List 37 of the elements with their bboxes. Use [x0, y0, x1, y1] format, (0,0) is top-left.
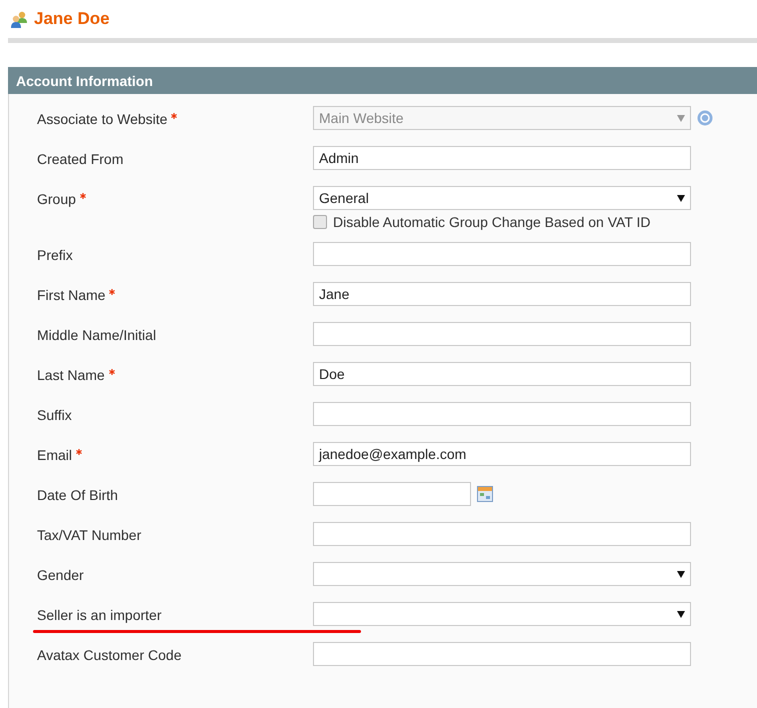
field-label: Tax/VAT Number	[37, 527, 142, 543]
select-field[interactable]	[313, 602, 691, 626]
checkbox-label: Disable Automatic Group Change Based on VAT ID	[333, 214, 651, 230]
field-label: Associate to Website	[37, 111, 168, 127]
field-label: Prefix	[37, 247, 73, 263]
field-label: Date Of Birth	[37, 487, 118, 503]
field-label: Email	[37, 447, 72, 463]
field-label: Middle Name/Initial	[37, 327, 156, 343]
field-label: Group	[37, 191, 76, 207]
input-field[interactable]	[313, 482, 471, 506]
field-label: Created From	[37, 151, 124, 167]
input-field[interactable]: Jane	[313, 282, 691, 306]
input-field[interactable]	[313, 242, 691, 266]
caret-icon	[677, 570, 685, 578]
select-field[interactable]: General	[313, 186, 691, 210]
field-label: Seller is an importer	[37, 607, 162, 623]
input-field[interactable]: Doe	[313, 362, 691, 386]
field-label: Suffix	[37, 407, 72, 423]
field-label: Avatax Customer Code	[37, 647, 182, 663]
section-header: Account Information	[8, 67, 757, 94]
field-label: Last Name	[37, 367, 105, 383]
input-field[interactable]	[313, 522, 691, 546]
users-icon	[10, 10, 28, 28]
page-title: Jane Doe	[34, 9, 110, 29]
calendar-icon[interactable]	[477, 486, 493, 502]
checkbox[interactable]	[313, 215, 327, 229]
caret-icon	[677, 610, 685, 618]
input-field[interactable]	[313, 642, 691, 666]
input-field[interactable]: janedoe@example.com	[313, 442, 691, 466]
input-field[interactable]	[313, 322, 691, 346]
field-label: Gender	[37, 567, 84, 583]
input-field[interactable]	[313, 402, 691, 426]
input-field[interactable]: Admin	[313, 146, 691, 170]
select-field[interactable]	[313, 562, 691, 586]
field-label: First Name	[37, 287, 106, 303]
caret-icon	[677, 194, 685, 202]
caret-icon	[677, 114, 685, 122]
